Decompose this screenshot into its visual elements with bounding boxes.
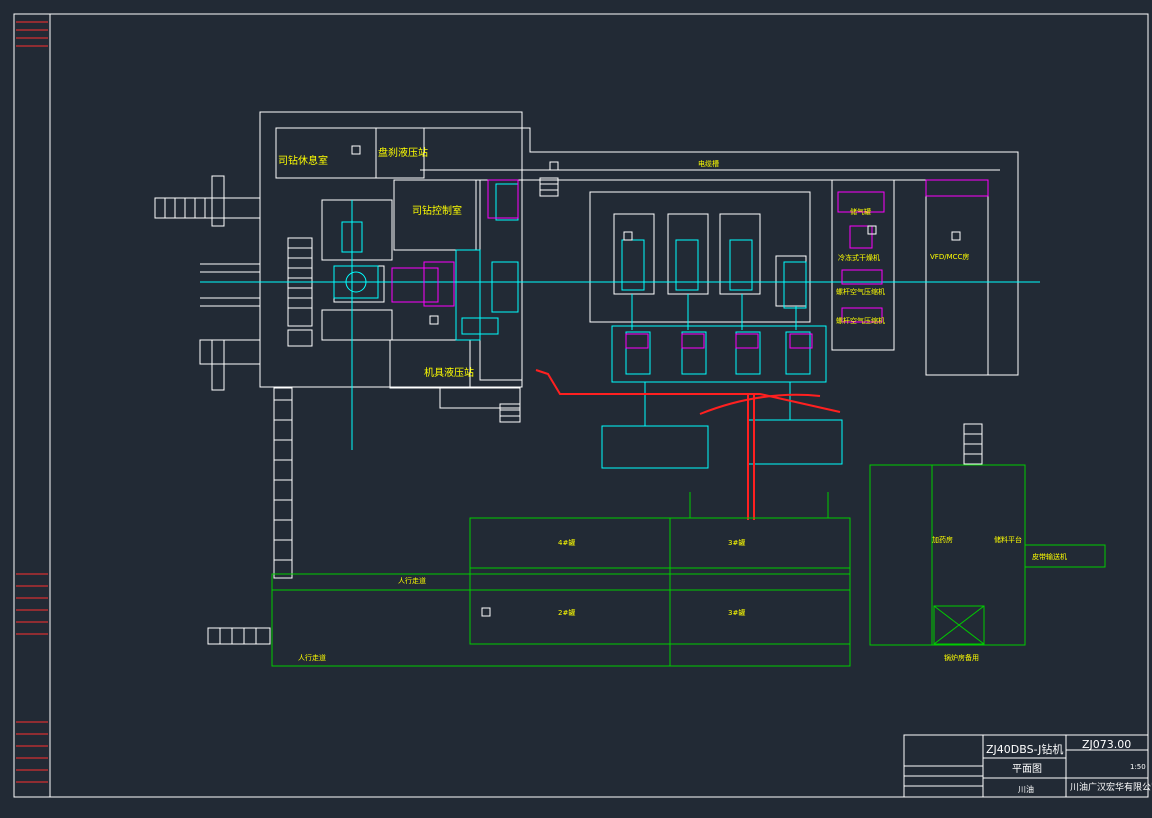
label-tank-2: 2#罐: [558, 609, 576, 617]
title-drawing-name: 平面图: [1012, 764, 1042, 775]
label-water-room: 锅炉房备用: [944, 654, 979, 662]
piping: [535, 369, 841, 520]
drawing-frame: [13, 13, 1149, 798]
label-mixing-platform: 储料平台: [994, 536, 1022, 544]
label-disc-brake-hpu: 盘刹液压站: [378, 148, 428, 159]
label-transfer-belt: 皮带输送机: [1032, 553, 1067, 561]
title-company: 川油广汉宏华有限公司: [1070, 783, 1152, 793]
label-tank-4: 4#罐: [558, 539, 576, 547]
drill-floor: [154, 111, 1019, 645]
rig-equipment: [200, 183, 1040, 469]
label-tank-3: 3#罐: [728, 539, 746, 547]
label-screw-compressor-2: 螺杆空气压缩机: [836, 317, 885, 325]
title-region: 川油: [1018, 785, 1034, 794]
label-tool-hpu: 机具液压站: [424, 368, 474, 379]
title-drawing-no: ZJ073.00: [1082, 738, 1132, 751]
label-screw-compressor-1: 螺杆空气压缩机: [836, 288, 885, 296]
hydraulic-items: [391, 179, 989, 349]
label-driller-control-room: 司钻控制室: [412, 206, 462, 217]
label-tank-3b: 3#罐: [728, 609, 746, 617]
label-walkway-2: 人行走道: [298, 654, 326, 662]
mud-tanks: [271, 464, 1106, 667]
label-dosing-room: 加药房: [932, 536, 953, 544]
label-cold-dryer: 冷冻式干燥机: [838, 254, 880, 262]
drawing-canvas: [13, 13, 1149, 798]
label-cable-trench: 电缆槽: [698, 160, 719, 168]
title-scale: 1:50: [1130, 763, 1146, 771]
title-project: ZJ40DBS-J钻机: [986, 743, 1064, 756]
label-walkway-1: 人行走道: [398, 577, 426, 585]
revision-strip: [16, 21, 48, 783]
label-exhaust: 储气罐: [850, 208, 871, 216]
label-driller-lounge: 司钻休息室: [278, 156, 328, 167]
label-vfd-mcc: VFD/MCC房: [930, 253, 970, 261]
